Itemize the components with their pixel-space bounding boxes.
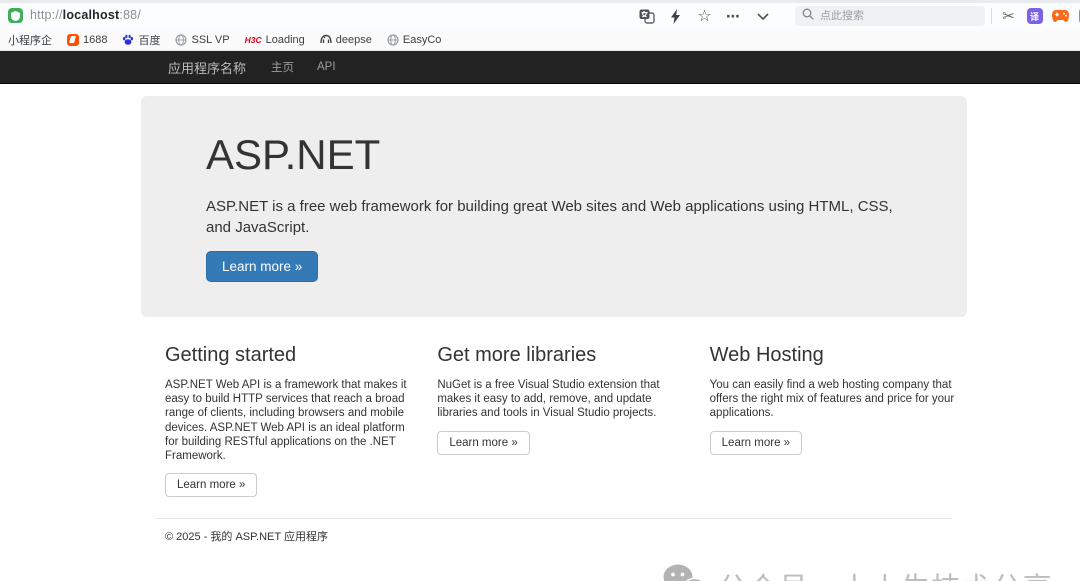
favicon-globe: [175, 34, 187, 46]
column-text: You can easily find a web hosting compan…: [710, 378, 962, 421]
favicon-baidu: [122, 34, 134, 46]
bookmark-item[interactable]: 小程序企: [8, 32, 52, 48]
feature-columns: Getting started ASP.NET Web API is a fra…: [141, 344, 967, 497]
jumbotron: ASP.NET ASP.NET is a free web framework …: [141, 96, 967, 317]
search-input[interactable]: [820, 10, 960, 22]
jumbotron-description: ASP.NET is a free web framework for buil…: [206, 196, 919, 238]
page-viewport: 应用程序名称 主页 API ASP.NET ASP.NET is a free …: [0, 51, 1080, 580]
bookmark-item[interactable]: 1688: [67, 34, 107, 46]
lightning-icon[interactable]: [667, 8, 684, 25]
search-icon: [802, 7, 814, 25]
translate-page-icon[interactable]: [638, 8, 655, 25]
address-bar[interactable]: http://localhost:88/ ☆ ⋯: [0, 3, 1080, 29]
favicon-h3c: H3C: [245, 35, 262, 45]
game-center-icon[interactable]: [1052, 8, 1069, 25]
nav-link-home[interactable]: 主页: [271, 59, 294, 75]
wechat-icon: [663, 563, 707, 581]
watermark-text: 公众号 · 小小生技术分享: [718, 565, 1053, 581]
favicon-1688: [67, 34, 79, 46]
browser-chrome: http://localhost:88/ ☆ ⋯: [0, 0, 1080, 51]
watermark: 公众号 · 小小生技术分享: [663, 563, 1053, 581]
learn-more-button[interactable]: Learn more »: [437, 431, 529, 455]
column-title: Getting started: [165, 344, 417, 367]
nav-link-api[interactable]: API: [317, 61, 336, 73]
column-web-hosting: Web Hosting You can easily find a web ho…: [710, 344, 962, 497]
toolbar-divider: [991, 8, 992, 24]
favicon-deepseek: [320, 34, 332, 46]
column-title: Get more libraries: [437, 344, 689, 367]
learn-more-button[interactable]: Learn more »: [710, 431, 802, 455]
bookmark-item[interactable]: deepse: [320, 34, 372, 46]
quick-search-box[interactable]: [795, 6, 985, 26]
screenshot-scissors-icon[interactable]: ✂: [1000, 8, 1017, 25]
column-getting-started: Getting started ASP.NET Web API is a fra…: [165, 344, 417, 497]
copyright-text: © 2025 - 我的 ASP.NET 应用程序: [165, 528, 967, 544]
page-title: ASP.NET: [206, 131, 919, 179]
ellipsis-icon[interactable]: ⋯: [725, 8, 742, 25]
bookmark-item[interactable]: 百度: [122, 32, 160, 48]
column-title: Web Hosting: [710, 344, 962, 367]
bookmark-item[interactable]: H3C Loading: [245, 34, 305, 46]
navbar-brand[interactable]: 应用程序名称: [141, 58, 246, 77]
bookmarks-bar: 小程序企 1688 百度 SSL VP H3C Loading deepse: [0, 29, 1080, 51]
star-icon[interactable]: ☆: [696, 8, 713, 25]
column-get-more-libraries: Get more libraries NuGet is a free Visua…: [437, 344, 689, 497]
bookmark-item[interactable]: EasyCo: [387, 34, 442, 46]
navbar: 应用程序名称 主页 API: [0, 51, 1080, 84]
site-safety-icon[interactable]: [8, 8, 23, 23]
footer-divider: [156, 518, 952, 519]
translator-extension-icon[interactable]: 译: [1026, 8, 1043, 25]
learn-more-primary-button[interactable]: Learn more »: [206, 251, 318, 282]
favicon-globe: [387, 34, 399, 46]
url-text[interactable]: http://localhost:88/: [30, 8, 141, 22]
chevron-down-icon[interactable]: [754, 8, 771, 25]
learn-more-button[interactable]: Learn more »: [165, 473, 257, 497]
bookmark-item[interactable]: SSL VP: [175, 34, 229, 46]
column-text: ASP.NET Web API is a framework that make…: [165, 378, 417, 463]
column-text: NuGet is a free Visual Studio extension …: [437, 378, 689, 421]
